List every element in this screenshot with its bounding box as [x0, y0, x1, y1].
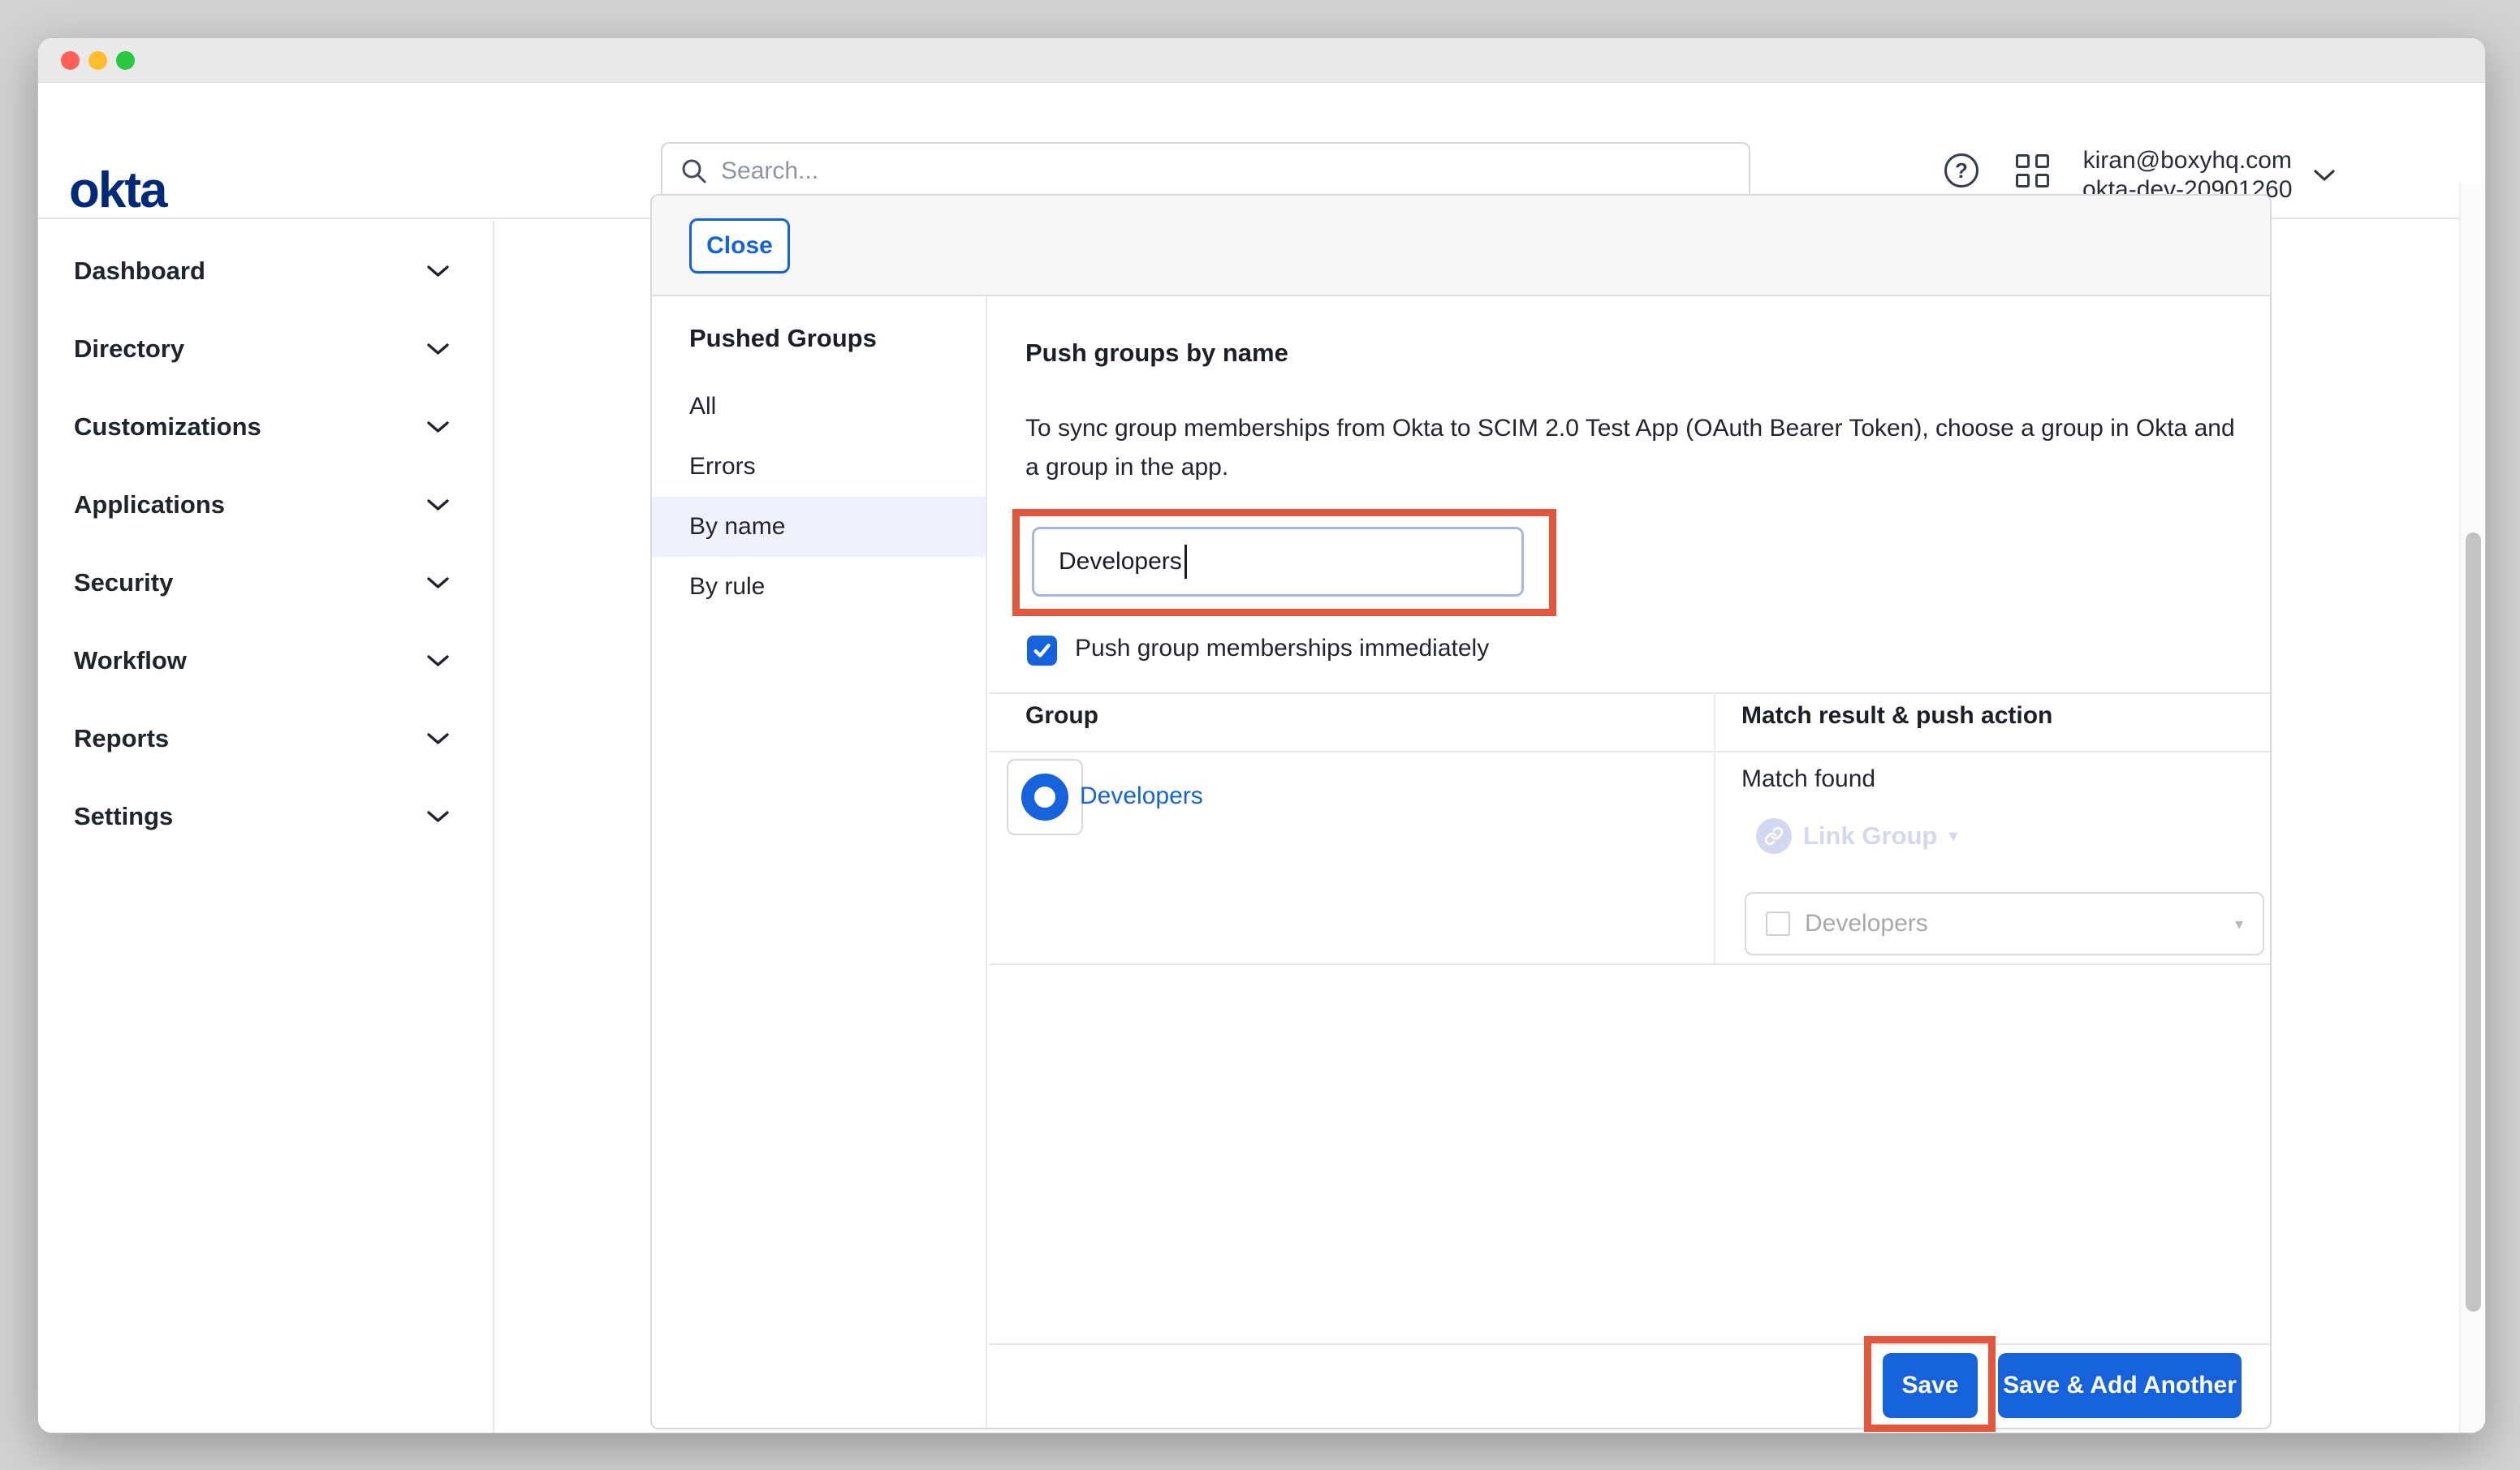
checkmark-icon	[1032, 640, 1052, 661]
group-placeholder-icon	[1766, 912, 1790, 936]
nav-item-by-rule[interactable]: By rule	[652, 557, 986, 617]
pushed-groups-title: Pushed Groups	[689, 324, 986, 353]
chevron-down-icon	[427, 655, 449, 667]
sidebar-item-directory[interactable]: Directory	[38, 310, 493, 388]
group-name-link[interactable]: Developers	[1080, 782, 1203, 810]
pushed-groups-nav: Pushed Groups All Errors By name By rule	[652, 296, 987, 1428]
page-title: Push groups by name	[1025, 338, 1288, 368]
sidebar-item-reports[interactable]: Reports	[38, 700, 493, 778]
table-row-border	[989, 963, 2270, 965]
okta-logo: okta	[69, 166, 166, 216]
column-header-group: Group	[1025, 702, 1098, 730]
table-top-border	[989, 692, 2270, 694]
scrollbar-track[interactable]	[2459, 183, 2485, 1433]
panel-header: Close	[652, 196, 2270, 296]
scrollbar-thumb[interactable]	[2466, 532, 2481, 1312]
push-immediately-label: Push group memberships immediately	[1075, 635, 1489, 662]
sidebar-item-settings[interactable]: Settings	[38, 778, 493, 856]
chevron-down-icon	[427, 343, 449, 356]
window-minimize-button[interactable]	[88, 51, 107, 70]
chevron-down-icon	[427, 265, 449, 278]
help-question-mark: ?	[1955, 158, 1968, 183]
group-name-value: Developers	[1059, 548, 1182, 575]
push-immediately-checkbox[interactable]	[1027, 636, 1057, 666]
link-group-button[interactable]: Link Group ▾	[1756, 818, 1957, 854]
app-group-select[interactable]: Developers ▾	[1745, 892, 2264, 955]
help-icon[interactable]: ?	[1944, 153, 1978, 188]
window-close-button[interactable]	[61, 51, 80, 70]
group-name-input[interactable]: Developers	[1032, 527, 1524, 597]
chevron-down-icon	[427, 499, 449, 511]
group-ring-icon	[1021, 774, 1068, 821]
footer-border	[989, 1343, 2270, 1345]
chevron-down-icon	[427, 421, 449, 433]
match-status: Match found	[1741, 765, 1875, 793]
nav-item-all[interactable]: All	[652, 377, 986, 437]
sidebar-nav: Dashboard Directory Customizations Appli…	[38, 221, 494, 1433]
search-icon	[680, 157, 708, 185]
caret-down-icon: ▾	[1948, 826, 1957, 847]
global-search[interactable]	[661, 142, 1750, 200]
window-zoom-button[interactable]	[116, 51, 135, 70]
chevron-down-icon	[427, 811, 449, 823]
text-cursor	[1184, 545, 1187, 579]
chevron-down-icon	[427, 577, 449, 589]
link-icon	[1756, 818, 1792, 854]
sidebar-item-workflow[interactable]: Workflow	[38, 622, 493, 700]
sidebar-item-dashboard[interactable]: Dashboard	[38, 232, 493, 310]
sidebar-item-security[interactable]: Security	[38, 544, 493, 622]
table-column-divider	[1714, 692, 1715, 965]
close-button[interactable]: Close	[689, 218, 790, 274]
browser-window: okta ? kiran@boxyhq.com okta-dev-2090126…	[37, 37, 2486, 1433]
column-header-match: Match result & push action	[1741, 702, 2052, 730]
nav-item-by-name[interactable]: By name	[652, 497, 986, 557]
search-input[interactable]	[721, 157, 1731, 185]
app-group-select-value: Developers	[1805, 910, 2220, 938]
push-by-name-content: Push groups by name To sync group member…	[989, 296, 2270, 1428]
sidebar-item-customizations[interactable]: Customizations	[38, 388, 493, 466]
apps-grid-icon[interactable]	[2016, 154, 2050, 188]
nav-item-errors[interactable]: Errors	[652, 437, 986, 497]
push-groups-panel: Close Pushed Groups All Errors By name B…	[650, 194, 2272, 1429]
table-header-border	[989, 751, 2270, 752]
select-caret-icon: ▾	[2235, 914, 2243, 934]
description-text: To sync group memberships from Okta to S…	[1025, 409, 2235, 487]
link-group-label: Link Group	[1803, 821, 1937, 851]
sidebar-item-applications[interactable]: Applications	[38, 466, 493, 544]
group-avatar	[1007, 759, 1083, 835]
account-email: kiran@boxyhq.com	[2082, 146, 2293, 175]
window-titlebar	[38, 38, 2485, 83]
save-add-another-button[interactable]: Save & Add Another	[1998, 1353, 2242, 1418]
chevron-down-icon	[2314, 170, 2335, 182]
save-button[interactable]: Save	[1883, 1353, 1978, 1418]
chevron-down-icon	[427, 733, 449, 745]
